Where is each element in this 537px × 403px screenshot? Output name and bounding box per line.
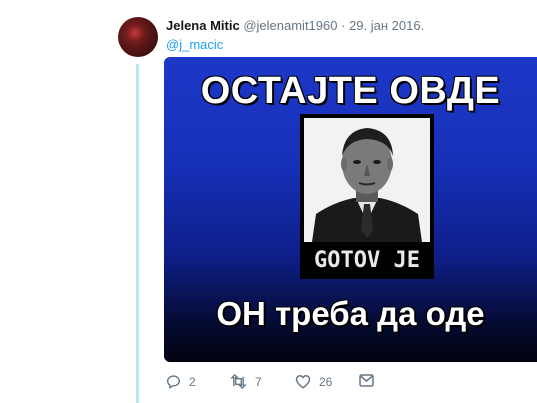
tweet-header: Jelena Mitic @jelenamit1960 · 29. јан 20… — [166, 18, 424, 33]
retweet-icon — [230, 374, 247, 389]
thread-line — [136, 64, 139, 403]
message-icon — [359, 374, 374, 387]
avatar[interactable] — [118, 17, 158, 57]
author-name[interactable]: Jelena Mitic — [166, 18, 240, 33]
retweet-button[interactable]: 7 — [230, 374, 262, 389]
like-count: 26 — [319, 374, 333, 389]
headline-top: ОСТАЈТЕ ОВДЕ — [200, 70, 501, 112]
portrait-photo — [304, 118, 430, 242]
reply-to-mention[interactable]: @j_macic — [166, 37, 223, 52]
separator: · — [341, 18, 346, 33]
like-button[interactable]: 26 — [295, 374, 332, 389]
reply-button[interactable]: 2 — [166, 374, 196, 389]
like-icon — [295, 374, 311, 389]
author-handle[interactable]: @jelenamit1960 — [243, 18, 337, 33]
avatar-image — [126, 25, 144, 41]
stamp-text: GOTOV JE — [314, 248, 420, 273]
message-button[interactable] — [359, 374, 374, 387]
photo-frame: GOTOV JE — [300, 114, 434, 279]
headline-bottom: ОН треба да оде — [216, 295, 485, 332]
reply-count: 2 — [189, 374, 196, 389]
tweet-media[interactable]: ОСТАЈТЕ ОВДЕ GOTOV JE ОН треба да оде — [164, 57, 537, 362]
reply-icon — [166, 374, 181, 389]
tweet-date[interactable]: 29. јан 2016. — [349, 18, 424, 33]
retweet-count: 7 — [255, 374, 262, 389]
